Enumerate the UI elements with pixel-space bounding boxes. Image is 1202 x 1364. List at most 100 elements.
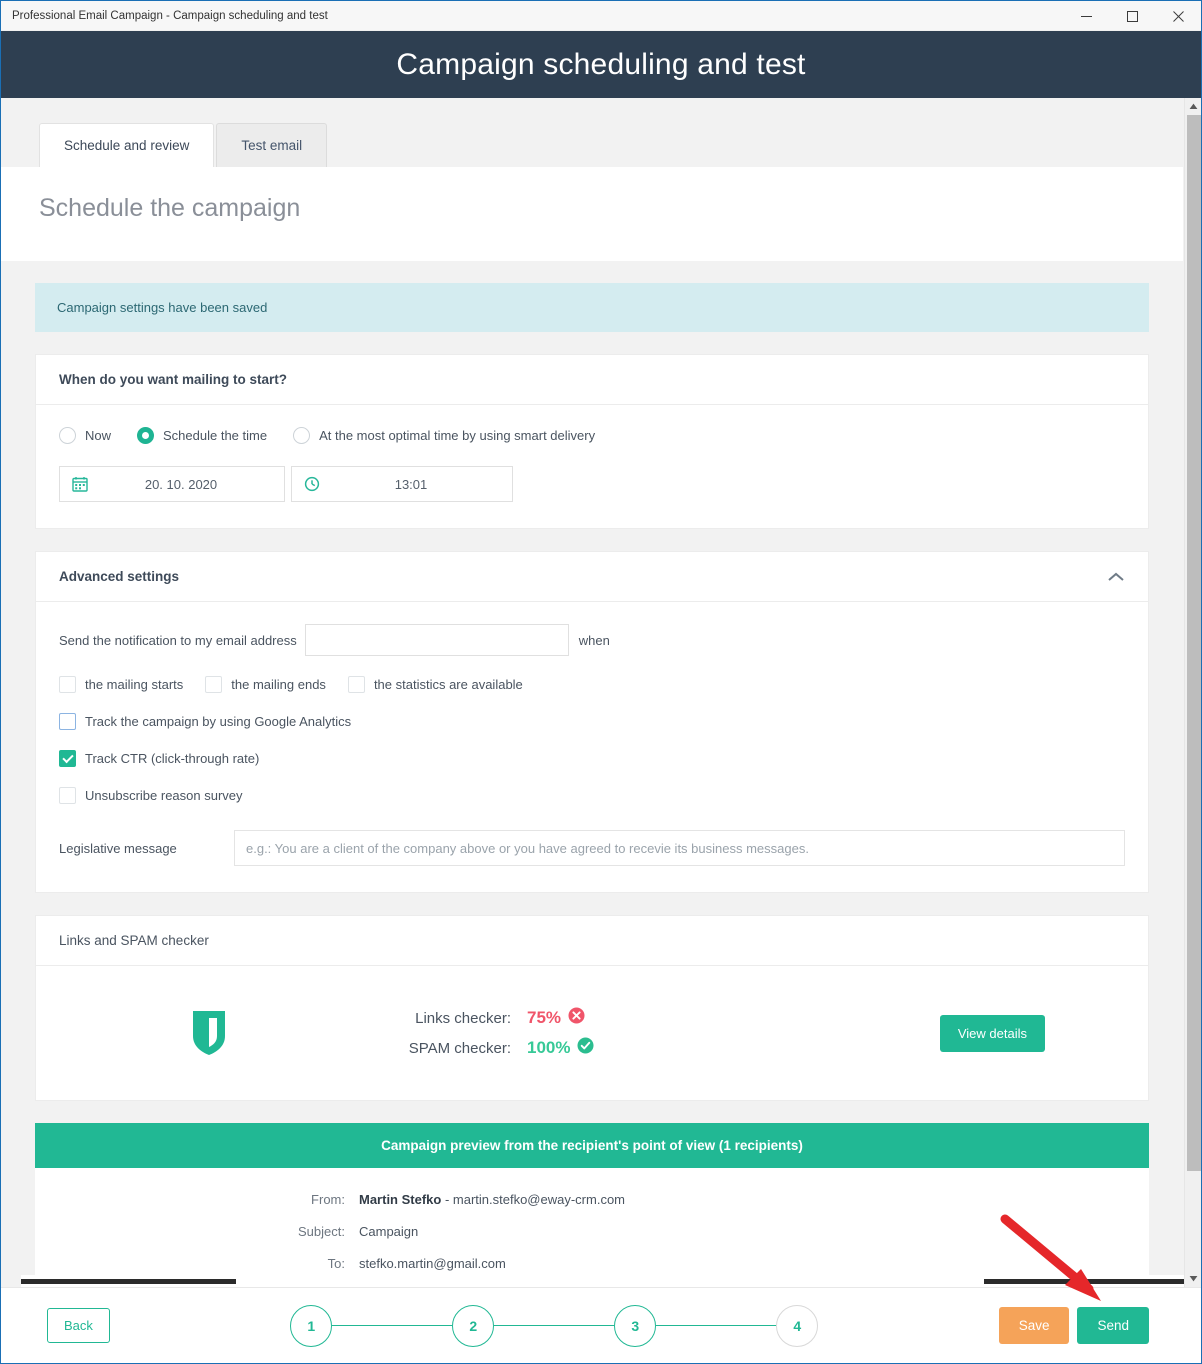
radio-circle-icon <box>59 427 76 444</box>
calendar-icon <box>60 476 100 492</box>
maximize-icon[interactable] <box>1109 1 1155 31</box>
checkbox-google-analytics[interactable]: Track the campaign by using Google Analy… <box>59 713 351 730</box>
advanced-settings-heading-text: Advanced settings <box>59 569 180 584</box>
campaign-preview: Campaign preview from the recipient's po… <box>35 1123 1149 1287</box>
step-label: 3 <box>631 1317 640 1334</box>
scroll-content: Schedule and review Test email Schedule … <box>1 98 1183 1287</box>
checkbox-label: Unsubscribe reason survey <box>85 788 243 803</box>
preview-from-value: Martin Stefko - martin.stefko@eway-crm.c… <box>359 1192 625 1207</box>
wizard-footer: Back 1 2 3 4 Save Send <box>1 1287 1201 1363</box>
notification-email-input[interactable] <box>304 624 569 656</box>
checker-heading-text: Links and SPAM checker <box>59 933 209 948</box>
radio-circle-selected-icon <box>137 427 155 444</box>
window-controls <box>1063 1 1201 31</box>
title-bar: Professional Email Campaign - Campaign s… <box>1 1 1201 31</box>
minimize-icon[interactable] <box>1063 1 1109 31</box>
preview-from-label: From: <box>311 1192 345 1207</box>
step-4[interactable]: 4 <box>776 1304 819 1347</box>
date-value: 20. 10. 2020 <box>144 476 218 492</box>
tab-schedule-and-review[interactable]: Schedule and review <box>39 123 215 167</box>
window-title: Professional Email Campaign - Campaign s… <box>12 9 328 22</box>
preview-subject-row: Subject: Campaign <box>35 1224 1149 1239</box>
notification-label: Send the notification to my email addres… <box>59 632 297 648</box>
mailing-start-body: Now Schedule the time At the most optima… <box>36 405 1148 528</box>
notification-row: Send the notification to my email addres… <box>59 624 1125 656</box>
checkbox-label: the mailing ends <box>231 677 326 692</box>
chevron-up-icon[interactable] <box>1107 571 1125 583</box>
checker-heading: Links and SPAM checker <box>36 916 1148 966</box>
shield-icon <box>59 1009 359 1057</box>
step-2[interactable]: 2 <box>452 1304 495 1347</box>
checkbox-label: the mailing starts <box>85 677 184 692</box>
legislative-message-input[interactable] <box>234 830 1125 866</box>
spam-checker-value: 100% <box>527 1038 571 1057</box>
advanced-settings-heading[interactable]: Advanced settings <box>36 552 1148 602</box>
links-checker-value: 75% <box>527 1008 562 1027</box>
body-region: Campaign settings have been saved When d… <box>1 261 1183 1287</box>
checkbox-icon <box>59 676 76 693</box>
preview-from-name: Martin Stefko <box>359 1192 442 1207</box>
vertical-scrollbar[interactable] <box>1184 98 1201 1287</box>
checkbox-label: Track CTR (click-through rate) <box>85 751 260 766</box>
radio-schedule-the-time[interactable]: Schedule the time <box>137 427 267 444</box>
notification-events: the mailing starts the mailing ends the … <box>59 676 1125 693</box>
vertical-scrollbar-thumb[interactable] <box>1187 115 1201 1171</box>
checkbox-icon <box>59 787 76 804</box>
radio-label: At the most optimal time by using smart … <box>319 428 596 443</box>
tab-label: Test email <box>241 138 303 153</box>
track-ctr-row: Track CTR (click-through rate) <box>59 750 1125 767</box>
checkbox-mailing-ends[interactable]: the mailing ends <box>205 676 326 693</box>
view-details-button[interactable]: View details <box>939 1014 1045 1052</box>
step-label: 4 <box>793 1317 802 1334</box>
check-circle-icon <box>577 1037 594 1059</box>
links-checker-label: Links checker: <box>415 1009 511 1027</box>
saved-alert: Campaign settings have been saved <box>35 283 1149 332</box>
advanced-settings-card: Advanced settings Send the notification … <box>35 551 1149 893</box>
tab-test-email[interactable]: Test email <box>216 123 328 167</box>
wizard-stepper: 1 2 3 4 <box>110 1304 999 1347</box>
content-viewport: Schedule and review Test email Schedule … <box>1 98 1201 1287</box>
radio-now[interactable]: Now <box>59 427 111 444</box>
unsubscribe-survey-row: Unsubscribe reason survey <box>59 787 1125 804</box>
horizontal-scrollbar-thumb-left[interactable] <box>21 1279 236 1284</box>
horizontal-scrollbar[interactable] <box>21 1275 1184 1287</box>
send-button[interactable]: Send <box>1077 1307 1149 1344</box>
checkbox-mailing-starts[interactable]: the mailing starts <box>59 676 183 693</box>
checkbox-unsubscribe-survey[interactable]: Unsubscribe reason survey <box>59 787 243 804</box>
time-value: 13:01 <box>394 476 428 492</box>
step-connector <box>332 1325 453 1326</box>
scroll-down-arrow-icon[interactable] <box>1185 1270 1201 1287</box>
radio-smart-delivery[interactable]: At the most optimal time by using smart … <box>293 427 595 444</box>
mailing-start-heading: When do you want mailing to start? <box>36 355 1148 405</box>
preview-to-label: To: <box>327 1256 345 1271</box>
step-connector <box>494 1325 615 1326</box>
scroll-up-arrow-icon[interactable] <box>1185 98 1201 115</box>
checkbox-statistics-available[interactable]: the statistics are available <box>347 676 523 693</box>
checkbox-track-ctr[interactable]: Track CTR (click-through rate) <box>59 750 259 767</box>
mailing-start-heading-text: When do you want mailing to start? <box>59 372 287 387</box>
preview-from-row: From: Martin Stefko - martin.stefko@eway… <box>35 1192 1149 1207</box>
page-title-panel: Schedule the campaign <box>1 167 1183 261</box>
legislative-message-label: Legislative message <box>59 840 177 856</box>
app-header: Campaign scheduling and test <box>1 31 1201 98</box>
legislative-message-row: Legislative message <box>59 830 1125 866</box>
preview-to-row: To: stefko.martin@gmail.com <box>35 1256 1149 1271</box>
checker-stats: Links checker: 75% SPAM checker: 100% <box>359 999 940 1067</box>
checkbox-icon <box>347 676 365 693</box>
checkbox-icon <box>59 713 76 730</box>
step-1[interactable]: 1 <box>290 1304 333 1347</box>
checkbox-label: Track the campaign by using Google Analy… <box>85 714 352 729</box>
horizontal-scrollbar-thumb-right[interactable] <box>984 1279 1184 1284</box>
preview-from-email: - martin.stefko@eway-crm.com <box>441 1192 626 1207</box>
date-picker[interactable]: 20. 10. 2020 <box>59 466 285 502</box>
date-time-row: 20. 10. 2020 13:01 <box>59 466 1125 502</box>
close-icon[interactable] <box>1155 1 1201 31</box>
preview-subject-label: Subject: <box>298 1224 345 1239</box>
preview-subject-value: Campaign <box>359 1224 419 1239</box>
step-3[interactable]: 3 <box>614 1304 657 1347</box>
back-button[interactable]: Back <box>47 1308 110 1343</box>
time-picker[interactable]: 13:01 <box>291 466 513 502</box>
checkbox-checked-icon <box>59 750 76 767</box>
clock-icon <box>292 476 332 492</box>
save-button[interactable]: Save <box>998 1307 1070 1344</box>
